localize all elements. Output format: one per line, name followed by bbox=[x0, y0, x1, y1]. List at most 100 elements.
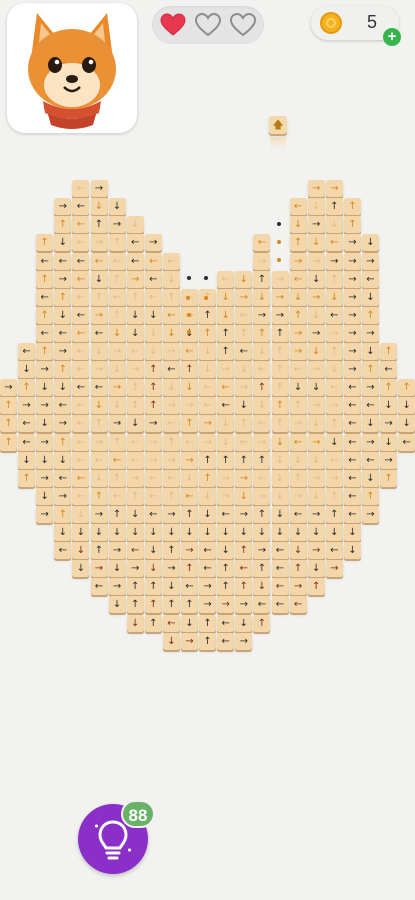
arrow-tile[interactable]: → bbox=[199, 578, 217, 596]
arrow-tile[interactable]: ↓ bbox=[54, 234, 72, 252]
arrow-tile[interactable]: ↓ bbox=[144, 324, 162, 342]
arrow-tile[interactable]: ← bbox=[72, 397, 90, 415]
arrow-tile[interactable]: ↑ bbox=[144, 397, 162, 415]
arrow-tile[interactable]: ↓ bbox=[54, 306, 72, 324]
arrow-tile[interactable]: ← bbox=[72, 433, 90, 451]
arrow-tile[interactable]: → bbox=[253, 487, 271, 505]
arrow-tile[interactable]: ↓ bbox=[307, 306, 325, 324]
arrow-tile[interactable]: ↓ bbox=[199, 505, 217, 523]
arrow-tile[interactable]: → bbox=[307, 180, 325, 198]
arrow-tile[interactable]: ↓ bbox=[18, 361, 36, 379]
arrow-tile[interactable]: ↓ bbox=[108, 324, 126, 342]
arrow-tile[interactable]: → bbox=[289, 487, 307, 505]
arrow-tile[interactable]: ↓ bbox=[108, 198, 126, 216]
arrow-tile[interactable]: → bbox=[343, 252, 361, 270]
arrow-tile[interactable]: ↓ bbox=[217, 542, 235, 560]
arrow-tile[interactable]: ↓ bbox=[235, 270, 253, 288]
arrow-tile[interactable]: ← bbox=[343, 415, 361, 433]
arrow-tile[interactable]: → bbox=[162, 560, 180, 578]
arrow-tile[interactable]: → bbox=[54, 270, 72, 288]
arrow-tile[interactable]: ↓ bbox=[343, 524, 361, 541]
arrow-tile[interactable]: ↑ bbox=[253, 451, 271, 469]
arrow-tile[interactable]: → bbox=[162, 343, 180, 360]
arrow-tile[interactable]: ← bbox=[36, 252, 54, 270]
arrow-tile[interactable]: ← bbox=[217, 632, 235, 650]
arrow-tile[interactable]: → bbox=[343, 361, 361, 379]
arrow-tile[interactable]: ← bbox=[72, 324, 90, 342]
arrow-tile[interactable]: ↓ bbox=[36, 379, 54, 397]
arrow-tile[interactable]: → bbox=[90, 560, 108, 578]
arrow-tile[interactable]: ↓ bbox=[199, 524, 217, 541]
arrow-tile[interactable]: ↑ bbox=[54, 361, 72, 379]
arrow-tile[interactable]: ↓ bbox=[325, 361, 343, 379]
arrow-tile[interactable]: ↑ bbox=[325, 343, 343, 360]
arrow-tile[interactable]: ↓ bbox=[362, 288, 379, 306]
arrow-tile[interactable]: ↑ bbox=[18, 379, 36, 397]
arrow-tile[interactable]: → bbox=[289, 578, 307, 596]
arrow-tile[interactable]: ← bbox=[362, 270, 379, 288]
arrow-tile[interactable]: ↓ bbox=[199, 343, 217, 360]
arrow-tile[interactable]: ↓ bbox=[162, 632, 180, 650]
arrow-tile[interactable]: ↓ bbox=[307, 379, 325, 397]
arrow-tile[interactable]: ↑ bbox=[271, 415, 289, 433]
arrow-tile[interactable]: → bbox=[199, 596, 217, 614]
arrow-tile[interactable]: ↓ bbox=[362, 415, 379, 433]
arrow-tile[interactable]: ↓ bbox=[307, 234, 325, 252]
arrow-tile[interactable]: ↑ bbox=[235, 415, 253, 433]
arrow-tile[interactable]: ↑ bbox=[126, 487, 144, 505]
arrow-tile[interactable]: ← bbox=[343, 379, 361, 397]
arrow-tile[interactable]: ↑ bbox=[325, 198, 343, 216]
arrow-tile[interactable]: ← bbox=[90, 252, 108, 270]
arrow-tile[interactable]: → bbox=[0, 379, 17, 397]
arrow-tile[interactable]: ↑ bbox=[217, 578, 235, 596]
arrow-tile[interactable]: ↓ bbox=[54, 524, 72, 541]
arrow-tile[interactable]: ← bbox=[54, 252, 72, 270]
arrow-tile[interactable]: → bbox=[181, 451, 198, 469]
arrow-tile[interactable]: ↑ bbox=[343, 216, 361, 234]
arrow-tile[interactable]: ← bbox=[325, 379, 343, 397]
arrow-tile[interactable]: ↓ bbox=[289, 524, 307, 541]
arrow-tile[interactable]: ← bbox=[199, 542, 217, 560]
arrow-tile[interactable]: ↑ bbox=[181, 415, 198, 433]
arrow-tile[interactable]: ← bbox=[72, 252, 90, 270]
arrow-tile[interactable]: ← bbox=[108, 451, 126, 469]
arrow-tile[interactable]: ↓ bbox=[144, 343, 162, 360]
arrow-tile[interactable]: ↑ bbox=[199, 324, 217, 342]
arrow-tile[interactable]: ↑ bbox=[162, 542, 180, 560]
arrow-tile[interactable]: → bbox=[325, 180, 343, 198]
arrow-tile[interactable]: ↓ bbox=[126, 216, 144, 234]
arrow-tile[interactable]: → bbox=[343, 324, 361, 342]
arrow-tile[interactable]: ↓ bbox=[90, 343, 108, 360]
arrow-tile[interactable]: ↑ bbox=[126, 596, 144, 614]
arrow-tile[interactable]: ← bbox=[181, 343, 198, 360]
arrow-tile[interactable]: ↑ bbox=[325, 415, 343, 433]
arrow-tile[interactable]: ← bbox=[343, 469, 361, 487]
arrow-tile[interactable]: ↑ bbox=[235, 451, 253, 469]
arrow-tile[interactable]: ↓ bbox=[380, 397, 398, 415]
arrow-tile[interactable]: ← bbox=[362, 397, 379, 415]
arrow-tile[interactable]: ← bbox=[162, 306, 180, 324]
arrow-tile[interactable]: ↓ bbox=[162, 270, 180, 288]
arrow-tile[interactable]: ↓ bbox=[108, 524, 126, 541]
arrow-tile[interactable]: ↓ bbox=[126, 306, 144, 324]
arrow-tile[interactable]: ← bbox=[325, 542, 343, 560]
arrow-tile[interactable]: ↑ bbox=[235, 324, 253, 342]
arrow-tile[interactable]: ↑ bbox=[253, 614, 271, 632]
arrow-tile[interactable]: ↑ bbox=[398, 379, 415, 397]
arrow-tile[interactable]: → bbox=[235, 632, 253, 650]
arrow-tile[interactable]: → bbox=[54, 343, 72, 360]
arrow-tile[interactable]: → bbox=[307, 216, 325, 234]
arrow-tile[interactable]: ↑ bbox=[0, 415, 17, 433]
arrow-tile[interactable]: → bbox=[253, 306, 271, 324]
arrow-tile[interactable]: → bbox=[343, 288, 361, 306]
arrow-tile[interactable]: ← bbox=[343, 433, 361, 451]
arrow-tile[interactable]: ← bbox=[289, 433, 307, 451]
arrow-tile[interactable]: → bbox=[362, 505, 379, 523]
arrow-tile[interactable]: ↓ bbox=[325, 524, 343, 541]
arrow-tile[interactable]: ↓ bbox=[289, 451, 307, 469]
arrow-tile[interactable]: → bbox=[108, 379, 126, 397]
arrow-tile[interactable]: → bbox=[325, 324, 343, 342]
arrow-tile[interactable]: ↑ bbox=[36, 270, 54, 288]
arrow-tile[interactable]: ↓ bbox=[253, 524, 271, 541]
arrow-tile[interactable]: ← bbox=[217, 614, 235, 632]
